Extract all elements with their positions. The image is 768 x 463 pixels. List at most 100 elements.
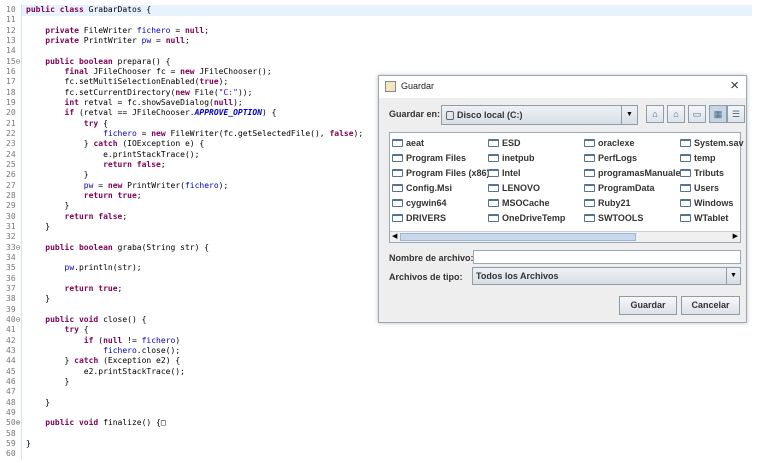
folder-item[interactable]: System.sav xyxy=(680,136,744,150)
code-line[interactable]: fichero = new FileWriter(fc.getSelectedF… xyxy=(26,129,363,138)
code-line[interactable]: fichero.close(); xyxy=(26,346,180,355)
folder-item[interactable]: oraclexe xyxy=(584,136,635,150)
line-number: 27 xyxy=(6,180,16,190)
folder-item[interactable]: Tributs xyxy=(680,166,724,180)
code-token: true xyxy=(199,77,219,87)
code-line[interactable]: final JFileChooser fc = new JFileChooser… xyxy=(26,67,272,76)
save-button[interactable]: Guardar xyxy=(619,296,677,315)
code-line[interactable]: } catch (IOException e) { xyxy=(26,139,204,148)
scroll-right-icon[interactable]: ▶ xyxy=(733,232,738,240)
folder-item[interactable]: programasManuales xyxy=(584,166,686,180)
code-token: = xyxy=(151,35,166,45)
code-token: JFileChooser fc = xyxy=(93,66,181,76)
home-icon[interactable]: ⌂ xyxy=(667,105,685,123)
scroll-left-icon[interactable]: ◀ xyxy=(392,232,397,240)
code-line[interactable]: public void finalize() {□ xyxy=(26,418,165,427)
code-line[interactable]: fc.setCurrentDirectory(new File("C:")); xyxy=(26,87,253,97)
chevron-down-icon[interactable]: ▼ xyxy=(621,106,637,124)
folder-item[interactable]: ProgramData xyxy=(584,181,655,195)
line-number: 38 xyxy=(6,294,16,304)
folder-item[interactable]: Users xyxy=(680,181,719,195)
code-line[interactable]: pw = new PrintWriter(fichero); xyxy=(26,181,229,190)
filetype-combo[interactable]: Todos los Archivos ▼ xyxy=(472,267,741,285)
code-token: != xyxy=(122,335,142,345)
details-view-icon[interactable]: ☰ xyxy=(727,105,745,123)
code-line[interactable]: try { xyxy=(26,325,89,334)
folder-item[interactable]: PerfLogs xyxy=(584,151,637,165)
code-line[interactable]: pw.println(str); xyxy=(26,263,142,272)
code-line[interactable]: } xyxy=(26,201,70,210)
folder-item[interactable]: SWTOOLS xyxy=(584,211,643,225)
file-list[interactable]: aeat Program Files Program Files (x86) Conf… xyxy=(389,132,744,243)
list-view-icon[interactable]: ▦ xyxy=(709,105,727,123)
folder-item[interactable]: Windows xyxy=(680,196,733,210)
chevron-down-icon[interactable]: ▼ xyxy=(726,268,740,284)
code-line[interactable]: int retval = fc.showSaveDialog(null); xyxy=(26,98,243,107)
code-line[interactable]: } xyxy=(26,170,89,179)
code-line[interactable]: if (null != fichero) xyxy=(26,336,180,345)
filename-input[interactable] xyxy=(473,250,741,264)
code-line[interactable]: return true; xyxy=(26,284,123,293)
folder-item[interactable]: LENOVO xyxy=(488,181,540,195)
code-line[interactable]: try { xyxy=(26,119,108,128)
new-folder-icon[interactable]: ▭ xyxy=(688,105,706,123)
code-token: if xyxy=(64,108,79,118)
code-line[interactable]: if (retval == JFileChooser.APPROVE_OPTIO… xyxy=(26,108,277,118)
code-line[interactable]: private PrintWriter pw = null; xyxy=(26,36,190,45)
code-token: ; xyxy=(122,211,128,221)
folder-item[interactable]: cygwin64 xyxy=(392,196,447,210)
code-line[interactable]: private FileWriter fichero = null; xyxy=(26,26,209,35)
folder-name: Program Files xyxy=(406,153,467,163)
close-icon[interactable]: × xyxy=(730,77,739,94)
cancel-button[interactable]: Cancelar xyxy=(681,296,740,315)
code-line[interactable]: e2.printStackTrace(); xyxy=(26,367,185,376)
folder-name: Config.Msi xyxy=(406,183,452,193)
up-folder-icon[interactable]: ⌂ xyxy=(646,105,664,123)
code-line[interactable]: } catch (Exception e2) { xyxy=(26,356,181,365)
line-number: 19 xyxy=(6,97,16,107)
dialog-title-bar[interactable]: Guardar × xyxy=(379,76,746,98)
code-line[interactable]: return true; xyxy=(26,191,142,200)
folder-item[interactable]: inetpub xyxy=(488,151,535,165)
code-token: fichero xyxy=(103,128,137,138)
code-line[interactable]: } xyxy=(26,377,70,386)
code-line[interactable]: return false; xyxy=(26,211,128,221)
code-line[interactable]: public class GrabarDatos { xyxy=(26,5,151,14)
scroll-thumb[interactable] xyxy=(400,233,636,241)
code-token: } xyxy=(26,397,51,407)
folder-item[interactable]: DRIVERS xyxy=(392,211,446,225)
code-token: "C:" xyxy=(218,87,238,97)
code-line[interactable]: public void close() { xyxy=(26,315,146,324)
horizontal-scrollbar[interactable]: ◀ ▶ xyxy=(390,231,740,242)
folder-item[interactable]: temp xyxy=(680,151,716,165)
line-number: 34 xyxy=(6,252,16,262)
code-line[interactable]: } xyxy=(26,222,50,231)
code-line[interactable]: fc.setMultiSelectionEnabled(true); xyxy=(26,77,229,87)
code-line[interactable]: e.printStackTrace(); xyxy=(26,150,199,159)
code-line[interactable]: } xyxy=(26,439,31,448)
line-number: 39 xyxy=(6,304,16,314)
save-in-combo[interactable]: Disco local (C:) ▼ xyxy=(441,105,638,125)
folder-item[interactable]: Ruby21 xyxy=(584,196,631,210)
code-line[interactable]: } xyxy=(26,398,50,407)
folder-item[interactable]: aeat xyxy=(392,136,424,150)
code-token: ; xyxy=(136,190,142,200)
folder-item[interactable]: OneDriveTemp xyxy=(488,211,565,225)
line-number: 12 xyxy=(6,25,16,35)
code-line[interactable]: public boolean graba(String str) { xyxy=(26,243,209,252)
code-line[interactable]: return false; xyxy=(26,160,166,169)
folder-item[interactable]: WTablet xyxy=(680,211,728,225)
code-line[interactable]: } xyxy=(26,294,50,303)
folder-item[interactable]: Intel xyxy=(488,166,521,180)
code-token: null xyxy=(213,97,234,107)
folder-item[interactable]: Program Files xyxy=(392,151,466,165)
folder-item[interactable]: Program Files (x86) xyxy=(392,166,490,180)
code-line[interactable]: public boolean prepara() { xyxy=(26,57,170,66)
java-app-icon xyxy=(385,81,396,92)
folder-item[interactable]: ESD xyxy=(488,136,521,150)
folder-item[interactable]: MSOCache xyxy=(488,196,550,210)
folder-item[interactable]: Config.Msi xyxy=(392,181,452,195)
